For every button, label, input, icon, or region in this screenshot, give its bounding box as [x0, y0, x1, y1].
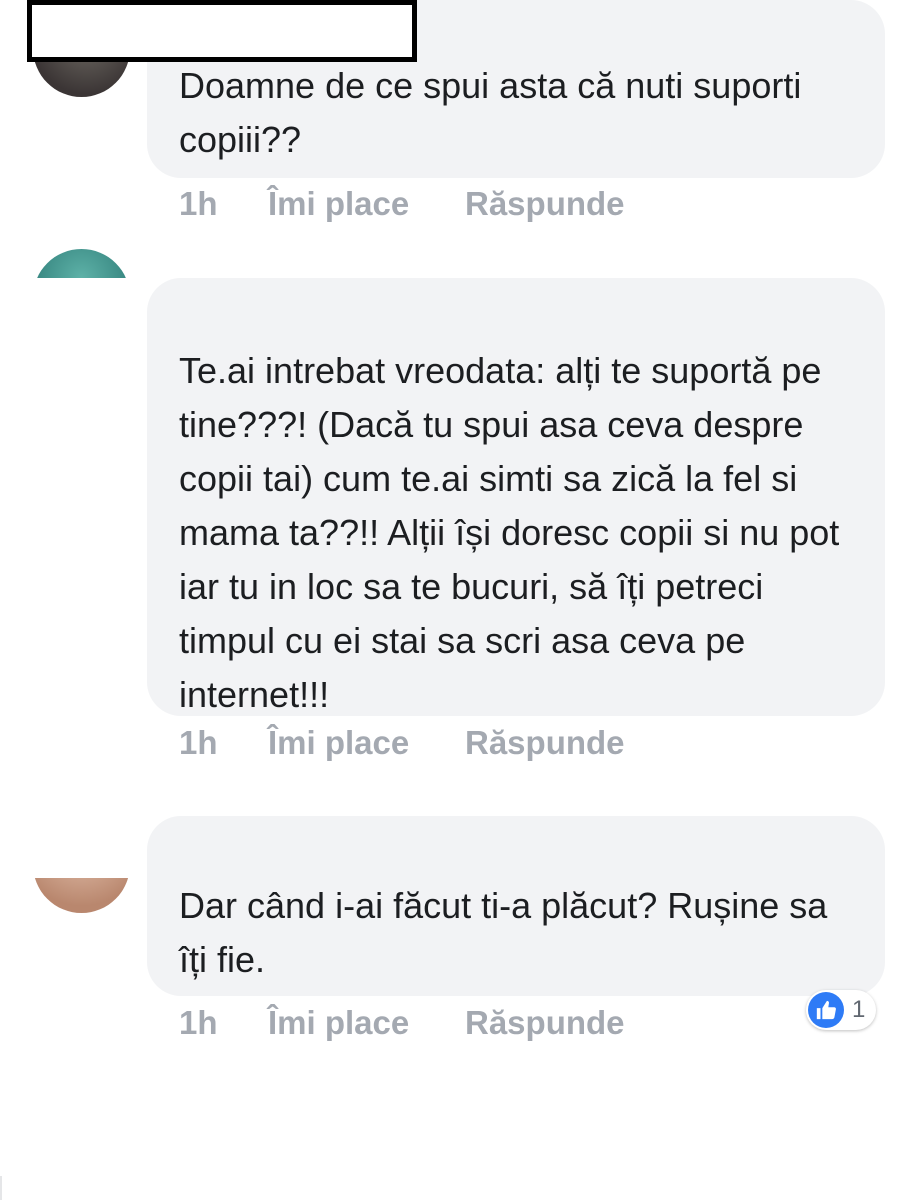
comment-3: Dar când i-ai făcut ti-a plăcut? Rușine …: [0, 816, 916, 1056]
comment-bubble-3: Dar când i-ai făcut ti-a plăcut? Rușine …: [147, 816, 885, 996]
like-button-2[interactable]: Îmi place: [268, 724, 465, 762]
comment-time-2: 1h: [179, 724, 218, 761]
edge-divider: [0, 1176, 2, 1200]
reaction-count: 1: [852, 996, 866, 1023]
thumbs-up-icon: [808, 992, 844, 1028]
comment-text-1: Doamne de ce spui asta că nuti suporti c…: [179, 65, 802, 160]
comment-time-3: 1h: [179, 1004, 218, 1041]
comment-actions-3: 1h Îmi place Răspunde: [179, 1003, 625, 1043]
reaction-badge[interactable]: 1: [806, 990, 876, 1030]
comment-actions-2: 1h Îmi place Răspunde: [179, 723, 625, 763]
comment-bubble-2: Te.ai intrebat vreodata: alți te suportă…: [147, 278, 885, 716]
comment-2: Te.ai intrebat vreodata: alți te suportă…: [0, 249, 916, 778]
comment-time-1: 1h: [179, 185, 218, 222]
redacted-name-box: [27, 0, 417, 62]
comment-text-2: Te.ai intrebat vreodata: alți te suportă…: [179, 350, 840, 715]
comment-text-3: Dar când i-ai făcut ti-a plăcut? Rușine …: [179, 885, 828, 980]
like-button-1[interactable]: Îmi place: [268, 185, 465, 223]
reply-button-2[interactable]: Răspunde: [465, 724, 625, 762]
reply-button-3[interactable]: Răspunde: [465, 1004, 625, 1042]
like-button-3[interactable]: Îmi place: [268, 1004, 465, 1042]
reply-button-1[interactable]: Răspunde: [465, 185, 625, 223]
comment-actions-1: 1h Îmi place Răspunde: [179, 184, 625, 224]
